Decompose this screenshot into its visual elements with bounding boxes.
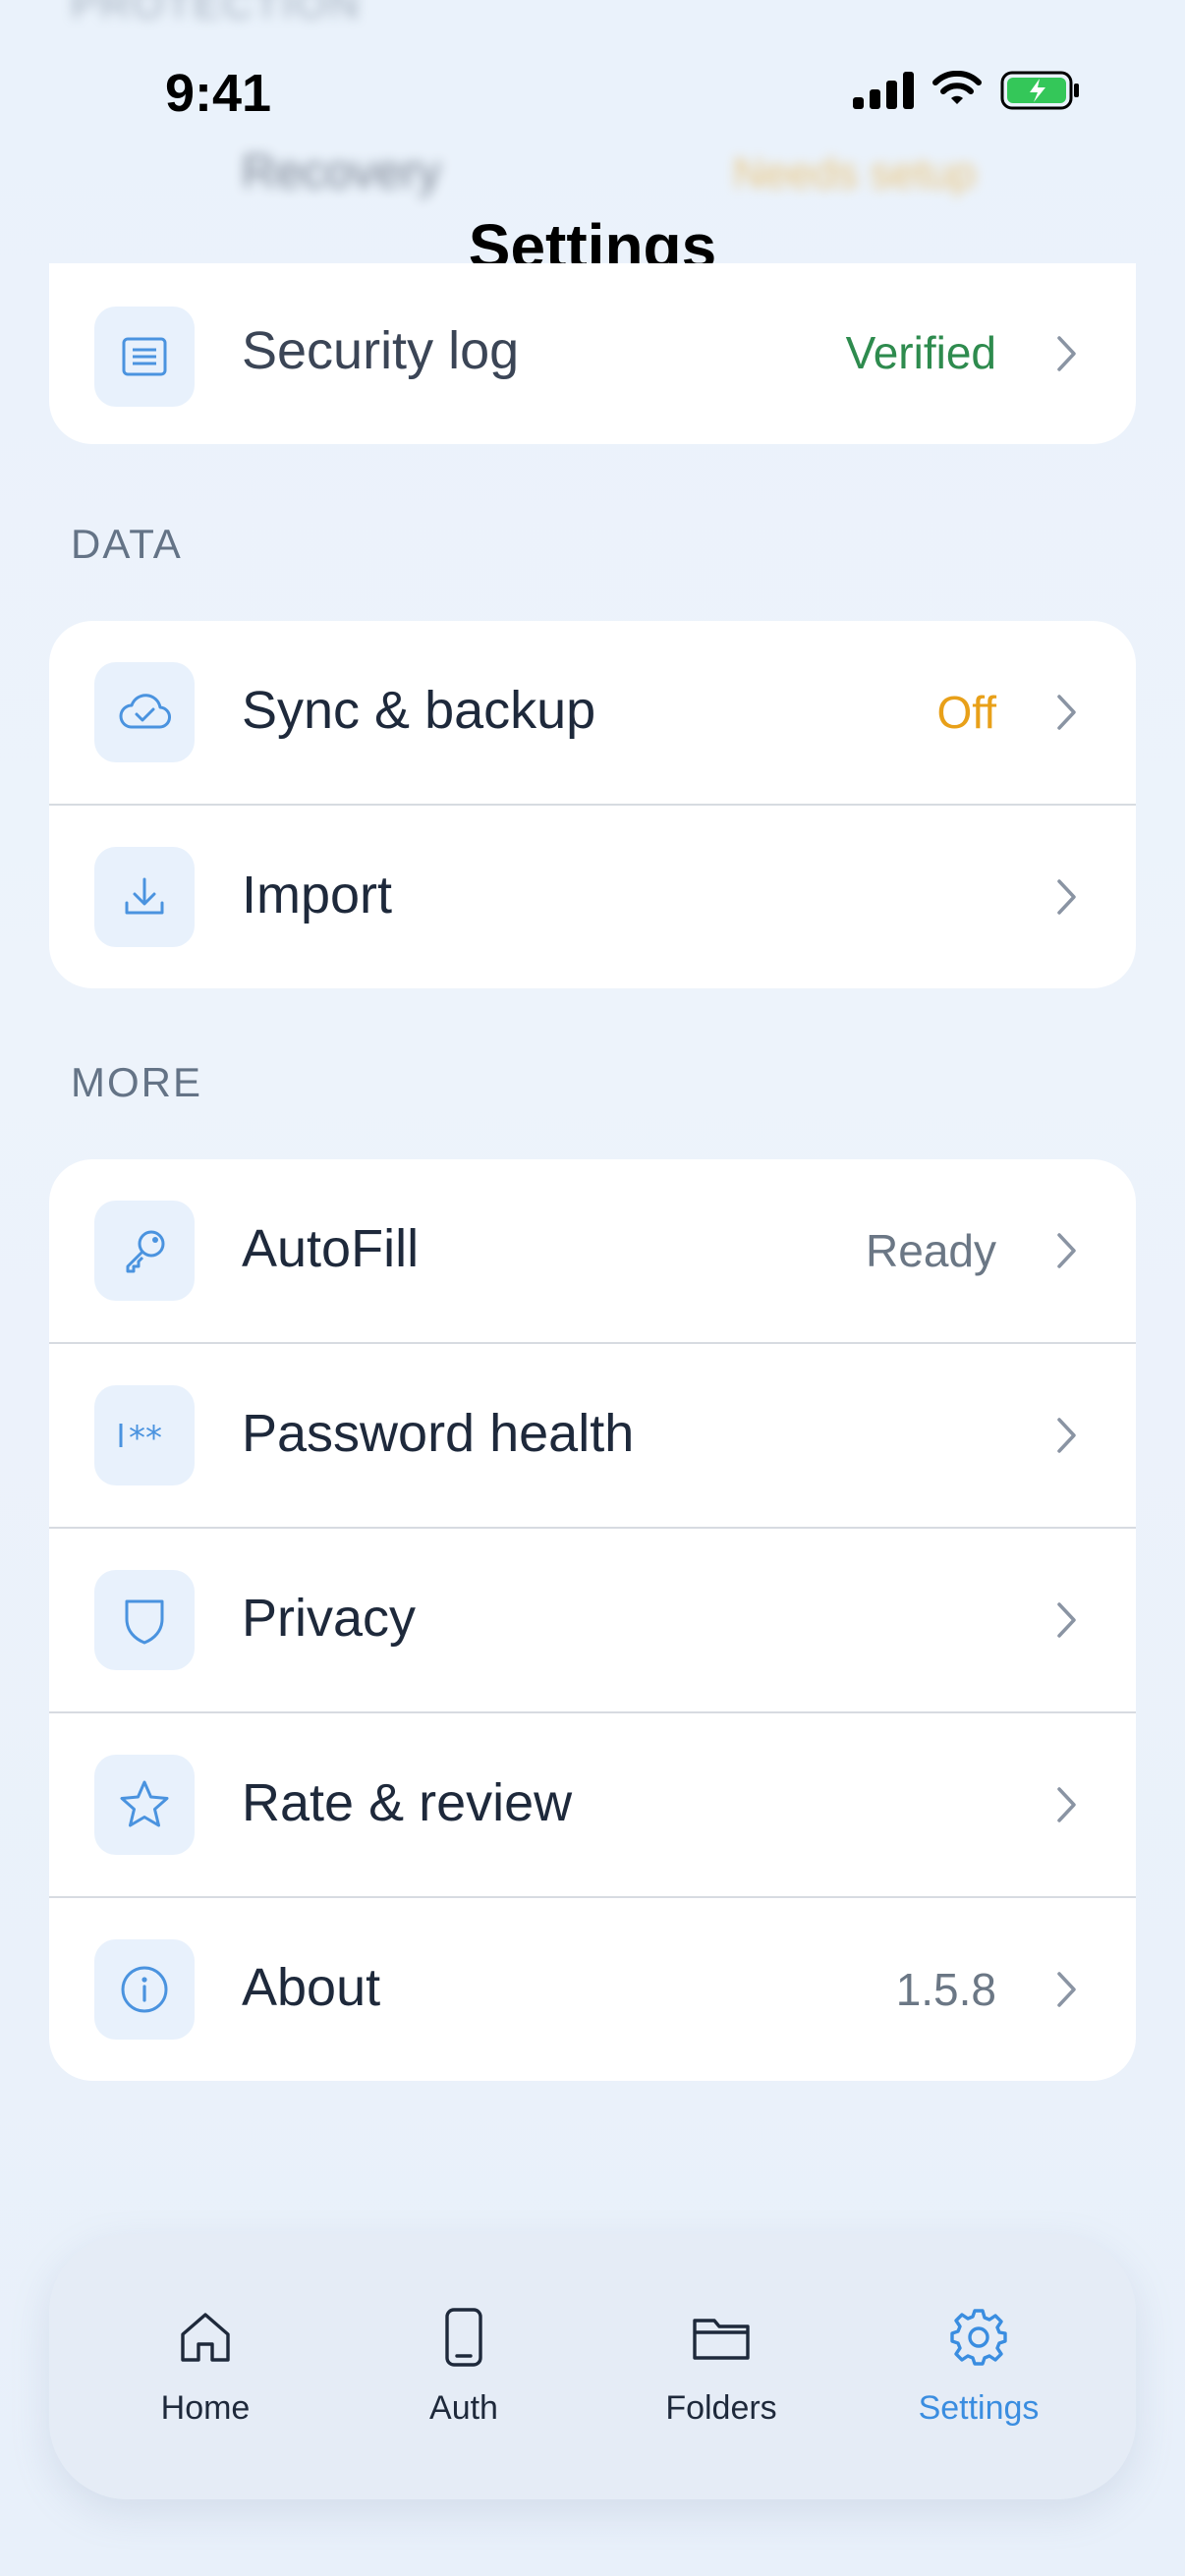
- tab-label: Settings: [918, 2389, 1040, 2427]
- row-value-verified: Verified: [845, 327, 996, 378]
- row-label: Sync & backup: [242, 681, 596, 740]
- home-icon: [177, 2303, 234, 2372]
- chevron-right-icon: [1051, 873, 1083, 921]
- settings-row-sync-backup[interactable]: Sync & backup Off: [49, 621, 1136, 804]
- tab-label: Auth: [429, 2389, 498, 2427]
- row-value-version: 1.5.8: [895, 1964, 996, 2015]
- chevron-right-icon: [1051, 1227, 1083, 1274]
- chevron-right-icon: [1051, 689, 1083, 736]
- list-icon: [94, 307, 195, 407]
- row-label: AutoFill: [242, 1219, 420, 1278]
- tab-label: Home: [160, 2389, 251, 2427]
- gear-icon: [948, 2303, 1009, 2372]
- row-label: Password health: [242, 1404, 635, 1463]
- tab-label: Folders: [665, 2389, 777, 2427]
- status-bar: 9:41: [0, 0, 1185, 196]
- phone-icon: [442, 2303, 485, 2372]
- cloud-check-icon: [94, 662, 195, 762]
- tab-folders[interactable]: Folders: [613, 2234, 829, 2499]
- row-label: About: [242, 1958, 381, 2017]
- tab-home[interactable]: Home: [97, 2234, 313, 2499]
- settings-row-import[interactable]: Import: [49, 804, 1136, 988]
- chevron-right-icon: [1051, 330, 1083, 377]
- settings-row-autofill[interactable]: AutoFill Ready: [49, 1159, 1136, 1342]
- row-label: Rate & review: [242, 1773, 573, 1832]
- settings-row-privacy[interactable]: Privacy: [49, 1527, 1136, 1711]
- row-value-ready: Ready: [866, 1225, 996, 1276]
- more-card: AutoFill Ready ** Password health Privac…: [49, 1159, 1136, 2081]
- password-icon: **: [94, 1385, 195, 1485]
- cellular-signal-icon: [853, 72, 914, 109]
- tab-settings[interactable]: Settings: [871, 2234, 1087, 2499]
- data-card: Sync & backup Off Import: [49, 621, 1136, 988]
- svg-text:**: **: [129, 1419, 162, 1455]
- status-time: 9:41: [165, 64, 272, 123]
- row-value-off: Off: [936, 687, 996, 738]
- chevron-right-icon: [1051, 1412, 1083, 1459]
- chevron-right-icon: [1051, 1596, 1083, 1644]
- star-icon: [94, 1755, 195, 1855]
- wifi-icon: [932, 71, 982, 104]
- key-icon: [94, 1201, 195, 1301]
- tab-bar: Home Auth Folders Settings: [49, 2234, 1136, 2499]
- chevron-right-icon: [1051, 1966, 1083, 2013]
- chevron-right-icon: [1051, 1781, 1083, 1828]
- row-label: Import: [242, 866, 393, 924]
- download-icon: [94, 847, 195, 947]
- status-icons: [853, 71, 1081, 110]
- settings-row-security-log[interactable]: Security log Verified: [49, 263, 1136, 444]
- folder-icon: [691, 2303, 752, 2372]
- settings-row-password-health[interactable]: ** Password health: [49, 1342, 1136, 1527]
- battery-charging-icon: [1000, 71, 1079, 110]
- row-label: Privacy: [242, 1589, 417, 1648]
- security-card: Security log Verified: [49, 263, 1136, 444]
- info-icon: [94, 1939, 195, 2040]
- section-header-data: DATA: [71, 521, 183, 567]
- row-label: Security log: [242, 321, 520, 380]
- section-header-more: MORE: [71, 1059, 202, 1105]
- shield-icon: [94, 1570, 195, 1670]
- settings-row-rate-review[interactable]: Rate & review: [49, 1711, 1136, 1896]
- tab-auth[interactable]: Auth: [356, 2234, 572, 2499]
- settings-row-about[interactable]: About 1.5.8: [49, 1896, 1136, 2081]
